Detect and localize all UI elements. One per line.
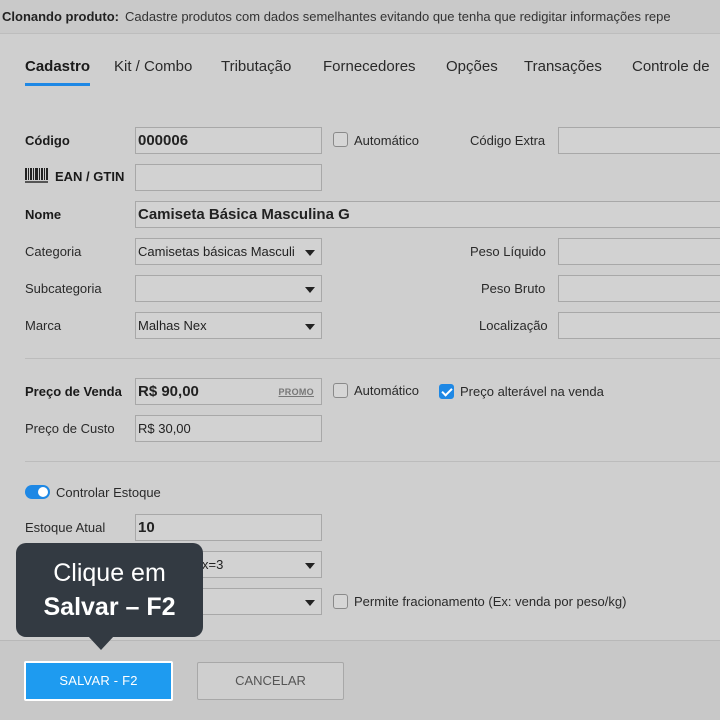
permite-fracionamento-label: Permite fracionamento (Ex: venda por pes… — [354, 594, 627, 609]
automatico-preco-label: Automático — [354, 383, 420, 398]
marca-label: Marca — [25, 318, 62, 333]
preco-alteravel-label: Preço alterável na venda — [460, 384, 604, 399]
peso-liquido-input[interactable] — [558, 238, 720, 265]
tab-bar: Cadastro Kit / Combo Tributação Forneced… — [0, 58, 720, 88]
promo-link[interactable]: PROMO — [278, 380, 314, 404]
nome-input[interactable]: Camiseta Básica Masculina G — [135, 201, 720, 228]
categoria-label: Categoria — [25, 244, 82, 259]
preco-custo-label: Preço de Custo — [25, 421, 115, 436]
controlar-estoque-label: Controlar Estoque — [56, 485, 161, 500]
tab-cadastro[interactable]: Cadastro — [25, 58, 91, 86]
barcode-icon — [25, 168, 48, 183]
preco-alteravel-checkbox[interactable] — [439, 384, 454, 399]
peso-bruto-label: Peso Bruto — [481, 281, 546, 296]
cancel-button[interactable]: CANCELAR — [197, 662, 344, 700]
subcategoria-label: Subcategoria — [25, 281, 102, 296]
marca-select[interactable]: Malhas Nex — [135, 312, 322, 339]
clone-banner-label: Clonando produto: — [2, 9, 119, 24]
automatico-preco-checkbox[interactable] — [333, 383, 348, 398]
tooltip-line-2: Salvar – F2 — [43, 593, 176, 621]
subcategoria-select[interactable] — [135, 275, 322, 302]
nome-label: Nome — [25, 207, 62, 222]
localizacao-input[interactable] — [558, 312, 720, 339]
section-divider — [25, 461, 720, 462]
estoque-atual-input[interactable]: 10 — [135, 514, 322, 541]
tab-kit-combo[interactable]: Kit / Combo — [114, 58, 192, 75]
permite-fracionamento-checkbox[interactable] — [333, 594, 348, 609]
save-button[interactable]: SALVAR - F2 — [24, 661, 173, 701]
categoria-select[interactable]: Camisetas básicas Masculi — [135, 238, 322, 265]
estoque-atual-label: Estoque Atual — [25, 520, 106, 535]
controlar-estoque-toggle[interactable] — [25, 485, 50, 499]
tab-controle[interactable]: Controle de — [632, 58, 710, 75]
clone-banner: Clonando produto: Cadastre produtos com d… — [0, 0, 720, 34]
peso-liquido-label: Peso Líquido — [470, 244, 546, 259]
codigo-extra-label: Código Extra — [470, 133, 546, 148]
tab-opcoes[interactable]: Opções — [446, 58, 498, 75]
tab-fornecedores[interactable]: Fornecedores — [323, 58, 416, 75]
clone-banner-text: Cadastre produtos com dados semelhantes … — [124, 9, 671, 24]
preco-venda-value: R$ 90,00 — [138, 383, 199, 400]
preco-venda-input[interactable]: R$ 90,00 PROMO — [135, 378, 322, 405]
peso-bruto-input[interactable] — [558, 275, 720, 302]
codigo-extra-input[interactable] — [558, 127, 720, 154]
localizacao-label: Localização — [479, 318, 548, 333]
tooltip-line-1: Clique em — [53, 559, 166, 587]
codigo-input[interactable]: 000006 — [135, 127, 322, 154]
ean-input[interactable] — [135, 164, 322, 191]
save-hint-tooltip: Clique em Salvar – F2 — [16, 543, 203, 650]
preco-venda-label: Preço de Venda — [25, 384, 122, 399]
section-divider — [25, 358, 720, 359]
codigo-label: Código — [25, 133, 70, 148]
preco-custo-input[interactable]: R$ 30,00 — [135, 415, 322, 442]
tab-transacoes[interactable]: Transações — [524, 58, 602, 75]
automatico-checkbox[interactable] — [333, 132, 348, 147]
ean-label: EAN / GTIN — [55, 169, 125, 184]
tab-tributacao[interactable]: Tributação — [221, 58, 291, 75]
automatico-label: Automático — [354, 133, 420, 148]
